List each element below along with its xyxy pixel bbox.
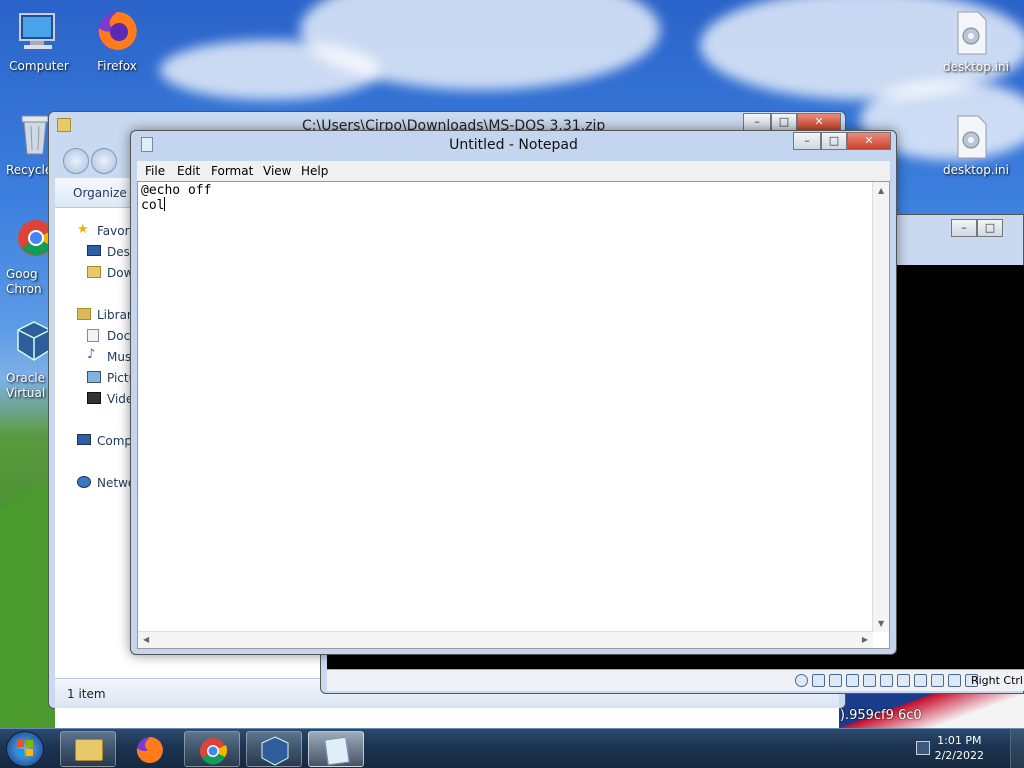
menu-edit[interactable]: Edit <box>177 164 200 178</box>
minimize-button[interactable]: – <box>951 219 977 237</box>
start-button[interactable] <box>6 731 44 767</box>
maximize-button[interactable]: □ <box>771 113 797 131</box>
recycle-bin-icon[interactable] <box>18 112 52 161</box>
desktop-icon-label-desktop-ini-2[interactable]: desktop.ini <box>940 163 1012 177</box>
firefox-icon <box>136 737 163 763</box>
star-icon: ★ <box>77 222 89 237</box>
text-editor[interactable]: @echo off col ▲ ▼ ◀ ▶ <box>137 181 890 649</box>
desktop-icon-label-virtualbox-2[interactable]: Virtual <box>6 386 48 400</box>
settings-file-icon[interactable] <box>954 10 990 59</box>
virtualbox-icon <box>261 736 289 766</box>
text-caret <box>164 197 166 211</box>
minimize-button[interactable]: – <box>743 113 771 131</box>
desktop-icon-label-chrome-1[interactable]: Goog <box>6 267 48 281</box>
navigation-pane: ★ Favorit Desk Dow Librari Doc ♪ Mus Pic… <box>55 208 138 748</box>
scroll-up-arrow-icon[interactable]: ▲ <box>878 186 884 195</box>
shared-folder-icon[interactable] <box>880 674 893 687</box>
network-adapter-icon[interactable] <box>846 674 859 687</box>
menu-help[interactable]: Help <box>301 164 328 178</box>
close-button[interactable]: ✕ <box>847 132 891 150</box>
documents-icon <box>87 329 99 342</box>
floppy-icon[interactable] <box>812 674 825 687</box>
taskbar-virtualbox-button[interactable] <box>246 731 302 767</box>
notepad-title: Untitled - Notepad <box>449 137 578 153</box>
nav-music[interactable]: Mus <box>107 350 131 364</box>
system-clock[interactable]: 1:01 PM 2/2/2022 <box>935 733 984 763</box>
firefox-icon[interactable] <box>94 8 140 57</box>
desktop-icon-label-virtualbox-1[interactable]: Oracle <box>6 371 48 385</box>
item-count: 1 item <box>67 687 106 701</box>
text-line-2-content: col <box>141 198 165 213</box>
libraries-icon <box>77 308 91 320</box>
menu-view[interactable]: View <box>263 164 291 178</box>
cloud <box>160 40 380 100</box>
settings-file-icon[interactable] <box>954 114 990 163</box>
cpu-icon[interactable] <box>931 674 944 687</box>
desktop-icon-label-desktop-ini-1[interactable]: desktop.ini <box>940 60 1012 74</box>
clock-date: 2/2/2022 <box>934 749 984 762</box>
computer-icon[interactable] <box>16 10 60 59</box>
videos-icon <box>87 392 101 404</box>
scroll-down-arrow-icon[interactable]: ▼ <box>878 619 884 628</box>
taskbar-explorer-button[interactable] <box>60 731 116 767</box>
optical-drive-icon[interactable] <box>795 674 808 687</box>
forward-arrow-icon[interactable] <box>91 148 117 174</box>
recording-icon[interactable] <box>914 674 927 687</box>
notepad-window[interactable]: Untitled - Notepad – □ ✕ File Edit Forma… <box>130 130 897 655</box>
menu-format[interactable]: Format <box>211 164 253 178</box>
vertical-scrollbar[interactable]: ▲ ▼ <box>872 182 889 632</box>
virtualbox-icon[interactable] <box>16 320 52 369</box>
computer-nav-icon <box>77 434 91 445</box>
nav-documents[interactable]: Doc <box>107 329 130 343</box>
menu-bar: File Edit Format View Help <box>137 161 890 181</box>
desktop-icon-label-computer[interactable]: Computer <box>8 59 70 73</box>
horizontal-scrollbar[interactable]: ◀ ▶ <box>138 631 873 648</box>
clock-time: 1:01 PM <box>937 734 982 747</box>
scroll-left-arrow-icon[interactable]: ◀ <box>143 635 149 644</box>
mouse-integration-icon[interactable] <box>948 674 961 687</box>
music-icon: ♪ <box>87 347 96 362</box>
folder-icon <box>57 118 71 132</box>
organize-button[interactable]: Organize ▾ <box>73 186 137 200</box>
close-button[interactable]: ✕ <box>797 113 841 131</box>
chrome-icon <box>200 738 228 765</box>
pictures-icon <box>87 371 101 383</box>
taskbar: 1:01 PM 2/2/2022 <box>0 728 1024 768</box>
maximize-button[interactable]: □ <box>977 219 1003 237</box>
desktop-icon-label-firefox[interactable]: Firefox <box>90 59 144 73</box>
desktop-icon-label-chrome-2[interactable]: Chron <box>6 282 48 296</box>
taskbar-notepad-button[interactable] <box>308 731 364 767</box>
nav-computer[interactable]: Comp <box>97 434 132 448</box>
menu-file[interactable]: File <box>145 164 165 178</box>
downloads-folder-icon <box>87 266 101 278</box>
show-desktop-button[interactable] <box>1010 729 1024 768</box>
desktop-folder-icon <box>87 245 101 256</box>
text-line-2: col <box>141 197 166 213</box>
taskbar-firefox-button[interactable] <box>122 731 178 767</box>
maximize-button[interactable]: □ <box>821 132 847 150</box>
windows-logo-icon <box>17 740 33 756</box>
explorer-icon <box>75 739 103 761</box>
usb-icon[interactable] <box>863 674 876 687</box>
scroll-right-arrow-icon[interactable]: ▶ <box>862 635 868 644</box>
host-key-label[interactable]: Right Ctrl <box>971 674 1023 687</box>
audio-icon[interactable] <box>829 674 842 687</box>
text-line-1: @echo off <box>141 183 212 198</box>
desktop-icon-label-recycle[interactable]: Recycle <box>6 163 52 177</box>
display-icon[interactable] <box>897 674 910 687</box>
network-icon <box>77 476 91 488</box>
taskbar-chrome-button[interactable] <box>184 731 240 767</box>
minimize-button[interactable]: – <box>793 132 821 150</box>
vm-statusbar: Right Ctrl <box>327 669 1024 691</box>
back-arrow-icon[interactable] <box>63 148 89 174</box>
network-tray-icon[interactable] <box>916 741 930 755</box>
notepad-icon <box>324 736 350 766</box>
